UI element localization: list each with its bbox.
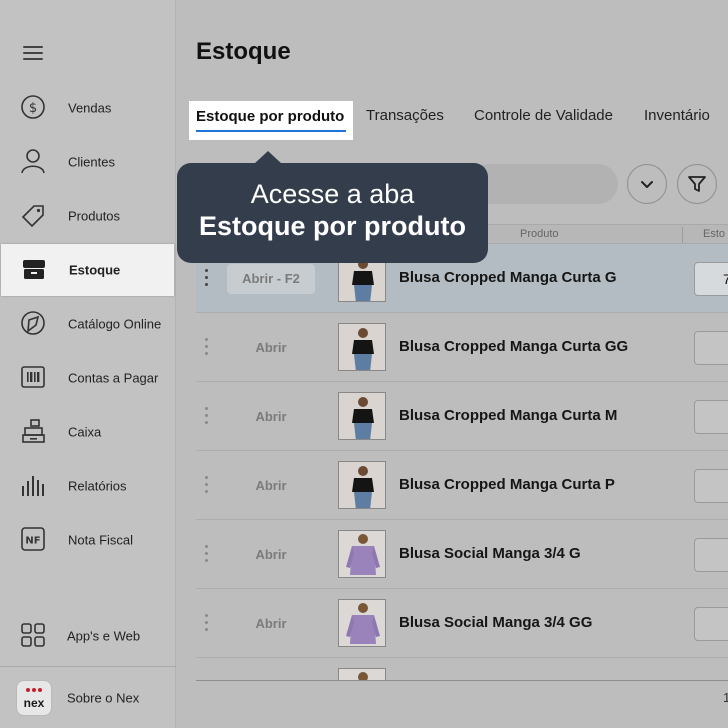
- chevron-down-icon: [641, 181, 653, 188]
- barcode-icon: [21, 366, 45, 388]
- open-button[interactable]: Abrir: [227, 540, 315, 570]
- product-name: Blusa Cropped Manga Curta P: [399, 476, 615, 493]
- catalog-icon: [21, 311, 45, 335]
- stock-quantity-input[interactable]: [694, 538, 728, 572]
- sidebar-item-label: Sobre o Nex: [67, 690, 140, 706]
- stock-quantity-input[interactable]: [694, 469, 728, 503]
- tooltip-line-2: Estoque por produto: [199, 211, 466, 241]
- stock-quantity-input[interactable]: [694, 331, 728, 365]
- product-thumbnail: [338, 668, 386, 680]
- nf-icon-text: NF: [25, 536, 40, 547]
- sidebar-item-label: App's e Web: [67, 628, 141, 644]
- more-options-icon[interactable]: [205, 407, 209, 427]
- tab-transacoes[interactable]: Transações: [366, 107, 444, 124]
- box-icon: [23, 260, 45, 279]
- tab-label: Estoque por produto: [196, 108, 345, 125]
- pagination-number[interactable]: 1: [723, 690, 728, 705]
- stock-quantity-input[interactable]: [694, 607, 728, 641]
- register-icon: [22, 419, 45, 443]
- search-input[interactable]: [468, 164, 618, 204]
- more-options-icon[interactable]: [205, 545, 209, 565]
- stock-quantity-input[interactable]: 7: [694, 262, 728, 296]
- column-divider: [682, 227, 683, 243]
- filter-icon: [688, 176, 706, 192]
- product-name: Blusa Cropped Manga Curta GG: [399, 338, 629, 355]
- table-row[interactable]: [196, 658, 728, 680]
- sidebar-item-label: Relatórios: [68, 478, 127, 494]
- sidebar-item-label: Vendas: [68, 100, 112, 116]
- sidebar-item-label: Catálogo Online: [68, 316, 162, 332]
- product-thumbnail: [338, 461, 386, 509]
- bars-icon: [22, 476, 44, 496]
- sidebar-item-vendas[interactable]: $ Vendas: [0, 82, 176, 134]
- sidebar-item-label: Contas a Pagar: [68, 370, 159, 386]
- more-options-icon[interactable]: [205, 476, 209, 496]
- product-name: Blusa Cropped Manga Curta M: [399, 407, 618, 424]
- main-content: Estoque Estoque por produto Transações C…: [176, 0, 728, 728]
- sidebar-item-clientes[interactable]: Clientes: [0, 136, 176, 188]
- sidebar-item-relatorios[interactable]: Relatórios: [0, 460, 176, 512]
- product-thumbnail: [338, 599, 386, 647]
- sidebar-item-apps-e-web[interactable]: App's e Web: [0, 610, 176, 662]
- product-thumbnail: [338, 323, 386, 371]
- product-name: Blusa Cropped Manga Curta G: [399, 269, 617, 286]
- table-row[interactable]: Abrir Blusa Social Manga 3/4 G: [196, 520, 728, 589]
- nex-logo-text: nex: [23, 696, 45, 710]
- open-button[interactable]: Abrir: [227, 402, 315, 432]
- product-thumbnail: [338, 530, 386, 578]
- sidebar-divider: [0, 666, 176, 667]
- more-options-icon[interactable]: [205, 614, 209, 634]
- user-icon: [21, 149, 45, 174]
- product-name: Blusa Social Manga 3/4 GG: [399, 614, 593, 631]
- sidebar-item-label: Estoque: [69, 262, 121, 278]
- sidebar-item-label: Produtos: [68, 208, 121, 224]
- table-row[interactable]: Abrir Blusa Cropped Manga Curta P: [196, 451, 728, 520]
- sidebar-item-contas-a-pagar[interactable]: Contas a Pagar: [0, 352, 176, 404]
- table-bottom-border: [196, 680, 728, 681]
- tag-icon: [21, 205, 44, 228]
- tab-estoque-por-produto[interactable]: Estoque por produto: [189, 101, 353, 140]
- tab-controle-de-validade[interactable]: Controle de Validade: [474, 107, 613, 124]
- sidebar-item-caixa[interactable]: Caixa: [0, 406, 176, 458]
- sidebar-item-label: Clientes: [68, 154, 115, 170]
- svg-text:$: $: [29, 101, 37, 116]
- sidebar-item-label: Caixa: [68, 424, 102, 440]
- open-button[interactable]: Abrir - F2: [227, 264, 315, 294]
- column-header-estoque: Esto: [703, 228, 726, 240]
- product-name: Blusa Social Manga 3/4 G: [399, 545, 581, 562]
- menu-icon[interactable]: [23, 46, 43, 60]
- page-title: Estoque: [196, 38, 291, 65]
- onboarding-tooltip: Acesse a aba Estoque por produto: [177, 151, 488, 263]
- table-row[interactable]: Abrir Blusa Cropped Manga Curta GG: [196, 313, 728, 382]
- open-button[interactable]: Abrir: [227, 471, 315, 501]
- column-header-produto: Produto: [520, 228, 559, 240]
- tab-inventario[interactable]: Inventário: [644, 107, 710, 124]
- expand-button[interactable]: [627, 164, 667, 204]
- more-options-icon[interactable]: [205, 269, 209, 289]
- grid-icon: [21, 623, 45, 647]
- open-button[interactable]: Abrir: [227, 333, 315, 363]
- filter-button[interactable]: [677, 164, 717, 204]
- sidebar: $ Vendas Clientes Produtos Estoque Catál…: [0, 0, 176, 728]
- sidebar-item-label: Nota Fiscal: [68, 532, 134, 548]
- sidebar-item-nota-fiscal[interactable]: NF Nota Fiscal: [0, 514, 176, 566]
- table-row[interactable]: Abrir Blusa Cropped Manga Curta M: [196, 382, 728, 451]
- nex-logo[interactable]: nex: [16, 680, 52, 716]
- tooltip-line-1: Acesse a aba: [250, 179, 415, 209]
- dollar-circle-icon: $: [21, 95, 45, 119]
- more-options-icon[interactable]: [205, 338, 209, 358]
- product-thumbnail: [338, 392, 386, 440]
- table-row[interactable]: Abrir Blusa Social Manga 3/4 GG: [196, 589, 728, 658]
- nex-logo-dots: [26, 688, 44, 694]
- tab-active-underline: [196, 130, 346, 132]
- sidebar-item-produtos[interactable]: Produtos: [0, 190, 176, 242]
- stock-quantity-input[interactable]: [694, 400, 728, 434]
- nf-icon: NF: [21, 527, 45, 551]
- sidebar-item-catalogo-online[interactable]: Catálogo Online: [0, 298, 176, 350]
- open-button[interactable]: Abrir: [227, 609, 315, 639]
- sidebar-item-estoque[interactable]: Estoque: [1, 244, 174, 296]
